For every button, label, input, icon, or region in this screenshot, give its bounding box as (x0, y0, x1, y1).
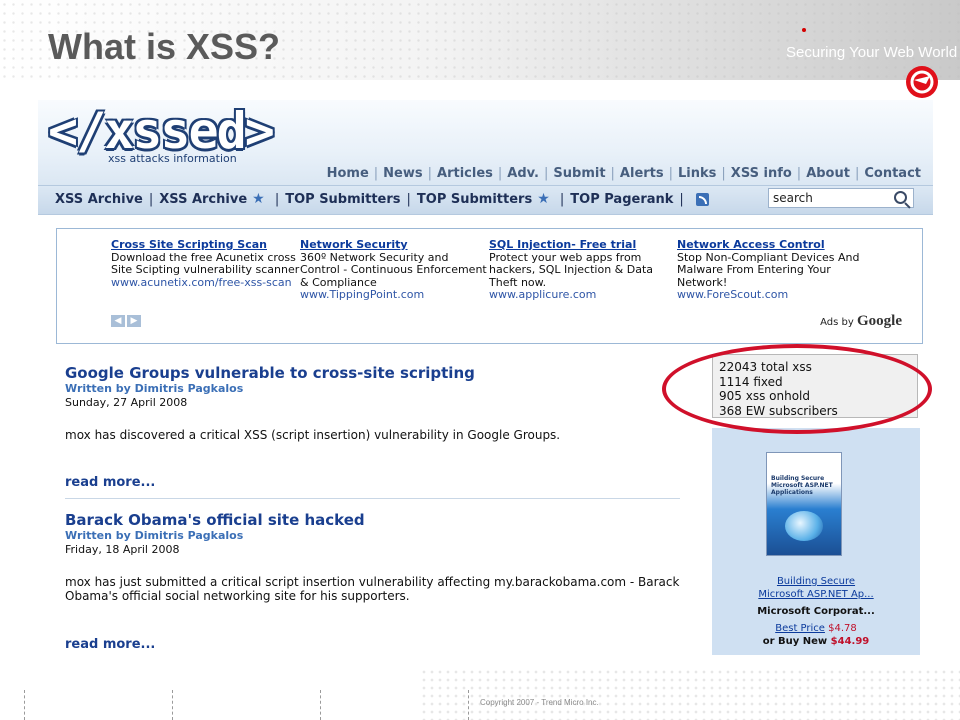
nav-separator: | (373, 166, 379, 181)
ad-title[interactable]: SQL Injection- Free trial (489, 238, 679, 252)
subnav-separator: | (406, 191, 411, 207)
ad-text: 360º Network Security and Control - Cont… (300, 250, 487, 289)
subnav-separator: | (270, 191, 280, 207)
ad-item: Cross Site Scripting Scan Download the f… (111, 238, 301, 290)
buy-new-price: $44.99 (830, 636, 870, 647)
globe-icon (785, 511, 823, 541)
nav-adv[interactable]: Adv. (507, 166, 539, 181)
footer-divider (172, 690, 173, 720)
ad-title[interactable]: Cross Site Scripting Scan (111, 238, 301, 252)
buy-new-label: or Buy New (762, 636, 828, 647)
tagline-dot (802, 28, 806, 32)
ad-text: Stop Non-Compliant Devices And Malware F… (677, 250, 860, 289)
star-icon: ★ (252, 191, 265, 207)
nav-separator: | (668, 166, 674, 181)
article-title[interactable]: Barack Obama's official site hacked (65, 511, 365, 529)
star-icon: ★ (537, 191, 550, 207)
copyright-text: Copyright 2007 - Trend Micro Inc. (480, 698, 599, 707)
subnav-top-pagerank[interactable]: TOP Pagerank (570, 192, 673, 207)
nav-news[interactable]: News (383, 166, 422, 181)
nav-xss-info[interactable]: XSS info (731, 166, 792, 181)
nav-separator: | (854, 166, 860, 181)
book-publisher: Microsoft Corporat... (757, 606, 875, 617)
nav-about[interactable]: About (806, 166, 850, 181)
prev-arrow-icon[interactable]: ◀ (111, 315, 125, 327)
nav-articles[interactable]: Articles (437, 166, 493, 181)
book-link-line1[interactable]: Building Secure (728, 576, 904, 587)
nav-submit[interactable]: Submit (553, 166, 605, 181)
ad-text: Download the free Acunetix cross Site Sc… (111, 250, 300, 276)
nav-separator: | (610, 166, 615, 181)
footer-divider (24, 690, 25, 720)
subnav-xss-archive[interactable]: XSS Archive (55, 192, 143, 207)
footer-divider (320, 690, 321, 720)
footer-divider (468, 690, 469, 720)
nav-alerts[interactable]: Alerts (620, 166, 664, 181)
nav-separator: | (427, 166, 433, 181)
ads-by-google[interactable]: Ads by Google (820, 313, 902, 330)
ad-title[interactable]: Network Security (300, 238, 490, 252)
site-header: </xssed> xss attacks information Home | N… (38, 100, 933, 185)
subnav-separator: | (679, 191, 684, 207)
top-nav: Home | News | Articles | Adv. | Submit | Aler… (327, 166, 921, 181)
book-cover[interactable]: Building Secure Microsoft ASP.NET Applic… (766, 452, 842, 556)
buy-new-row: or Buy New $44.99 (728, 636, 904, 647)
nav-contact[interactable]: Contact (864, 166, 921, 181)
subnav-xss-archive-special[interactable]: XSS Archive (159, 192, 247, 207)
trend-micro-logo-icon (906, 66, 938, 98)
subnav-top-submitters-special[interactable]: TOP Submitters (417, 192, 532, 207)
site-logo-subtitle: xss attacks information (108, 152, 237, 165)
book-link-line2[interactable]: Microsoft ASP.NET Ap... (728, 589, 904, 600)
subnav-separator: | (148, 191, 154, 207)
highlight-ring (662, 344, 932, 434)
footer-dot-pattern (420, 668, 960, 720)
book-cover-title: Building Secure Microsoft ASP.NET Applic… (771, 475, 833, 496)
ad-text: Protect your web apps from hackers, SQL … (489, 250, 654, 289)
search-icon[interactable] (894, 191, 907, 204)
best-price-value: $4.78 (828, 623, 857, 634)
article-date: Friday, 18 April 2008 (65, 543, 180, 556)
ad-nav-arrows: ◀ ▶ (111, 315, 141, 327)
ad-url[interactable]: www.TippingPoint.com (300, 288, 490, 302)
next-arrow-icon[interactable]: ▶ (127, 315, 141, 327)
nav-separator: | (796, 166, 802, 181)
google-logo: Google (857, 313, 902, 329)
read-more-link[interactable]: read more... (65, 475, 155, 490)
ads-by-label: Ads by (820, 317, 854, 328)
ad-item: Network Security 360º Network Security a… (300, 238, 490, 302)
article-body: mox has discovered a critical XSS (scrip… (65, 428, 561, 442)
article-author: Written by Dimitris Pagkalos (65, 529, 244, 542)
ad-url[interactable]: www.acunetix.com/free-xss-scan (111, 276, 301, 290)
article-body: mox has just submitted a critical script… (65, 575, 680, 603)
best-price-link[interactable]: Best Price (775, 623, 825, 634)
slide-title: What is XSS? (48, 26, 281, 67)
subnav-top-submitters[interactable]: TOP Submitters (285, 192, 400, 207)
search-input[interactable] (768, 188, 914, 208)
article-author: Written by Dimitris Pagkalos (65, 382, 244, 395)
best-price-row: Best Price $4.78 (728, 623, 904, 634)
article-title[interactable]: Google Groups vulnerable to cross-site s… (65, 364, 475, 382)
ad-url[interactable]: www.applicure.com (489, 288, 679, 302)
tagline: Securing Your Web World (786, 44, 958, 61)
nav-separator: | (721, 166, 726, 181)
nav-separator: | (497, 166, 503, 181)
subnav-separator: | (555, 191, 565, 207)
nav-separator: | (544, 166, 549, 181)
rss-icon[interactable] (695, 192, 709, 206)
article-divider (65, 498, 680, 499)
website-screenshot: </xssed> xss attacks information Home | N… (38, 100, 933, 655)
ad-item: SQL Injection- Free trial Protect your w… (489, 238, 679, 302)
ad-title[interactable]: Network Access Control (677, 238, 867, 252)
ad-url[interactable]: www.ForeScout.com (677, 288, 867, 302)
google-ads-box: Cross Site Scripting Scan Download the f… (56, 228, 923, 344)
article-date: Sunday, 27 April 2008 (65, 396, 188, 409)
ad-item: Network Access Control Stop Non-Complian… (677, 238, 867, 302)
nav-links[interactable]: Links (678, 166, 716, 181)
nav-home[interactable]: Home (327, 166, 369, 181)
read-more-link[interactable]: read more... (65, 637, 155, 652)
